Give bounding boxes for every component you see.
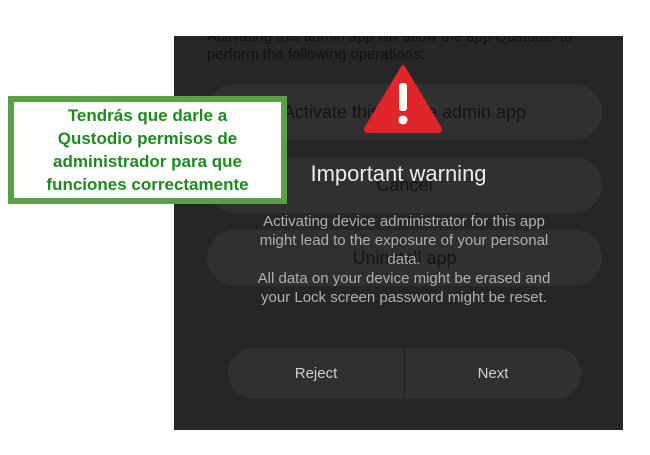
next-button[interactable]: Next <box>405 348 581 399</box>
dialog-button-bar: Reject Next <box>228 348 581 399</box>
dialog-message: Activating device administrator for this… <box>257 213 551 306</box>
callout-text: Tendrás que darle a Qustodio permisos de… <box>46 106 249 194</box>
reject-button[interactable]: Reject <box>228 348 404 399</box>
warning-triangle-icon <box>363 65 443 133</box>
annotation-callout: Tendrás que darle a Qustodio permisos de… <box>8 96 287 204</box>
